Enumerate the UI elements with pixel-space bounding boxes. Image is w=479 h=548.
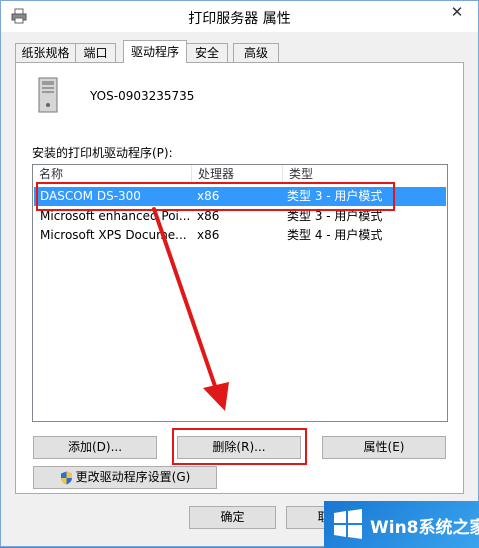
driver-processor: x86 [197,228,220,242]
driver-name: Microsoft XPS Docume... [40,228,187,242]
title-bar: 打印服务器 属性 ✕ [1,1,478,32]
list-item[interactable]: Microsoft XPS Docume... x86 类型 4 - 用户模式 [34,226,446,245]
driver-type: 类型 4 - 用户模式 [287,228,383,242]
properties-button[interactable]: 属性(E) [322,436,446,459]
tab-security[interactable]: 安全 [186,43,228,62]
printer-server-properties-window: 打印服务器 属性 ✕ 纸张规格 端口 驱动程序 安全 高级 YOS-090323… [0,0,479,548]
watermark-text: Win8系统之家 [370,518,479,538]
close-icon: ✕ [450,3,464,21]
highlight-remove-button [172,428,307,465]
server-name: YOS-0903235735 [90,89,195,103]
windows-logo-icon [334,509,362,539]
change-driver-settings-button[interactable]: 更改驱动程序设置(G) [33,466,217,489]
drivers-list-label: 安装的打印机驱动程序(P): [32,146,173,160]
tab-advanced[interactable]: 高级 [233,43,279,62]
close-button[interactable]: ✕ [437,1,477,23]
watermark: Win8系统之家 [324,501,479,548]
window-title: 打印服务器 属性 [188,11,291,27]
tab-paper-sizes[interactable]: 纸张规格 [15,43,76,62]
highlight-selected-driver [36,182,395,211]
server-icon [38,77,58,113]
change-driver-settings-label: 更改驱动程序设置(G) [75,470,191,484]
tab-drivers[interactable]: 驱动程序 [123,40,187,63]
ok-button[interactable]: 确定 [189,506,276,529]
tab-ports[interactable]: 端口 [75,43,116,62]
uac-shield-icon [60,471,72,484]
add-button[interactable]: 添加(D)... [33,436,157,459]
